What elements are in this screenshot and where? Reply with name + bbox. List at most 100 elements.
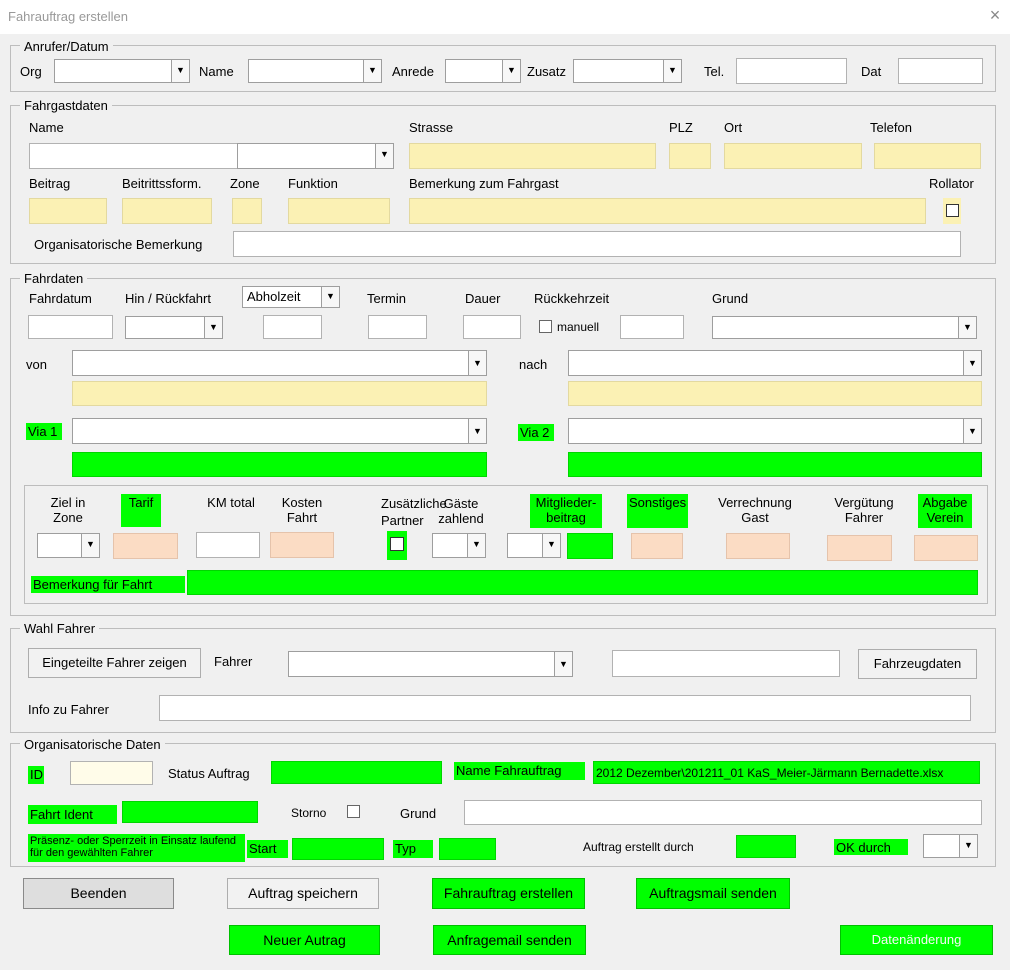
name-fahrauftrag-input[interactable]: 2012 Dezember\201211_01 KaS_Meier-Järman…	[593, 761, 980, 784]
neuer-auftrag-button[interactable]: Neuer Autrag	[229, 925, 380, 955]
sonstiges-input[interactable]	[631, 533, 683, 559]
rueckkehrzeit-input[interactable]	[620, 315, 684, 339]
fahrt-ident-input[interactable]	[122, 801, 258, 823]
mitglieder-input[interactable]	[567, 533, 613, 559]
beitrag-input[interactable]	[29, 198, 107, 224]
zone-label: Zone	[230, 176, 260, 191]
auftrag-erstellt-input[interactable]	[736, 835, 796, 858]
telefon-label: Telefon	[870, 120, 912, 135]
fahrdaten-grund-combo[interactable]: ▼	[712, 316, 977, 339]
org-combo[interactable]: ▼	[54, 59, 190, 83]
fahrgast-name-input[interactable]	[29, 143, 238, 169]
abgabe-verein-input[interactable]	[914, 535, 978, 561]
verguetung-input[interactable]	[827, 535, 892, 561]
chevron-down-icon: ▼	[502, 60, 520, 82]
strasse-input[interactable]	[409, 143, 656, 169]
storno-label: Storno	[291, 806, 327, 820]
fahrer-label: Fahrer	[214, 654, 253, 669]
beenden-button[interactable]: Beenden	[23, 878, 174, 909]
anfragemail-senden-button[interactable]: Anfragemail senden	[433, 925, 586, 955]
rollator-checkbox[interactable]	[946, 204, 959, 217]
fahrgast-name-combo[interactable]: ▼	[237, 143, 394, 169]
bemerkung-fahrgast-label: Bemerkung zum Fahrgast	[409, 176, 559, 191]
von-address-input[interactable]	[72, 381, 487, 406]
org-legend: Organisatorische Daten	[20, 737, 165, 752]
via1-combo[interactable]: ▼	[72, 418, 487, 444]
auftragsmail-senden-button[interactable]: Auftragsmail senden	[636, 878, 790, 909]
info-fahrer-input[interactable]	[159, 695, 971, 721]
bemerkung-fahrt-input[interactable]	[187, 570, 978, 595]
zusatz-combo[interactable]: ▼	[573, 59, 682, 83]
verguetung-label: Vergütung Fahrer	[834, 495, 894, 525]
chevron-down-icon: ▼	[468, 351, 486, 375]
manuell-checkbox[interactable]	[539, 320, 552, 333]
anrede-combo[interactable]: ▼	[445, 59, 521, 83]
kosten-fahrt-label: Kosten Fahrt	[281, 495, 323, 525]
verrechnung-input[interactable]	[726, 533, 790, 559]
via2-combo[interactable]: ▼	[568, 418, 982, 444]
abholzeit-combo[interactable]: Abholzeit ▼	[242, 286, 340, 308]
datenaenderung-button[interactable]: Datenänderung	[840, 925, 993, 955]
typ-input[interactable]	[439, 838, 496, 860]
nach-address-input[interactable]	[568, 381, 982, 406]
info-fahrer-label: Info zu Fahrer	[28, 702, 109, 717]
via2-address-input[interactable]	[568, 452, 982, 477]
eingeteilte-fahrer-button[interactable]: Eingeteilte Fahrer zeigen	[28, 648, 201, 678]
dat-input[interactable]	[898, 58, 983, 84]
hin-rueck-label: Hin / Rückfahrt	[125, 291, 211, 306]
mitglieder-label: Mitglieder-beitrag	[530, 494, 602, 528]
chevron-down-icon: ▼	[963, 419, 981, 443]
chevron-down-icon: ▼	[958, 317, 976, 338]
fahrer-detail-input[interactable]	[612, 650, 840, 677]
partner-checkbox[interactable]	[390, 537, 404, 551]
auftrag-speichern-button[interactable]: Auftrag speichern	[227, 878, 379, 909]
chevron-down-icon: ▼	[363, 60, 381, 82]
org-grund-input[interactable]	[464, 800, 982, 825]
gaeste-combo[interactable]: ▼	[432, 533, 486, 558]
close-icon[interactable]: ×	[986, 4, 1004, 26]
termin-input[interactable]	[368, 315, 427, 339]
fahrgast-legend: Fahrgastdaten	[20, 98, 112, 113]
funktion-input[interactable]	[288, 198, 390, 224]
dauer-input[interactable]	[463, 315, 521, 339]
via1-address-input[interactable]	[72, 452, 487, 477]
name-combo[interactable]: ▼	[248, 59, 382, 83]
tarif-input[interactable]	[113, 533, 178, 559]
plz-label: PLZ	[669, 120, 693, 135]
kosten-fahrt-input[interactable]	[270, 532, 334, 558]
org-bemerkung-input[interactable]	[233, 231, 961, 257]
start-input[interactable]	[292, 838, 384, 860]
ort-label: Ort	[724, 120, 743, 135]
tel-input[interactable]	[736, 58, 847, 84]
zone-input[interactable]	[232, 198, 262, 224]
anrede-label: Anrede	[392, 64, 434, 79]
ort-input[interactable]	[724, 143, 862, 169]
fahrgast-name-label: Name	[29, 120, 64, 135]
hin-rueck-combo[interactable]: ▼	[125, 316, 223, 339]
fahrzeugdaten-button[interactable]: Fahrzeugdaten	[858, 649, 977, 679]
nach-combo[interactable]: ▼	[568, 350, 982, 376]
org-label: Org	[20, 64, 42, 79]
mitglieder-combo[interactable]: ▼	[507, 533, 561, 558]
fahrer-combo[interactable]: ▼	[288, 651, 573, 677]
bemerkung-fahrgast-input[interactable]	[409, 198, 926, 224]
org-grund-label: Grund	[400, 806, 437, 821]
plz-input[interactable]	[669, 143, 711, 169]
chevron-down-icon: ▼	[963, 351, 981, 375]
auftrag-erstellt-label: Auftrag erstellt durch	[583, 840, 694, 854]
ziel-zone-combo[interactable]: ▼	[37, 533, 100, 558]
chevron-down-icon: ▼	[663, 60, 681, 82]
chevron-down-icon: ▼	[959, 835, 977, 857]
abholzeit-input[interactable]	[263, 315, 322, 339]
beitrittsform-input[interactable]	[122, 198, 212, 224]
von-combo[interactable]: ▼	[72, 350, 487, 376]
fahrdatum-input[interactable]	[28, 315, 113, 339]
status-auftrag-input[interactable]	[271, 761, 442, 784]
telefon-input[interactable]	[874, 143, 981, 169]
chevron-down-icon: ▼	[468, 419, 486, 443]
km-total-input[interactable]	[196, 532, 260, 558]
storno-checkbox[interactable]	[347, 805, 360, 818]
id-input[interactable]	[70, 761, 153, 785]
fahrauftrag-erstellen-button[interactable]: Fahrauftrag erstellen	[432, 878, 585, 909]
ok-durch-combo[interactable]: ▼	[923, 834, 978, 858]
